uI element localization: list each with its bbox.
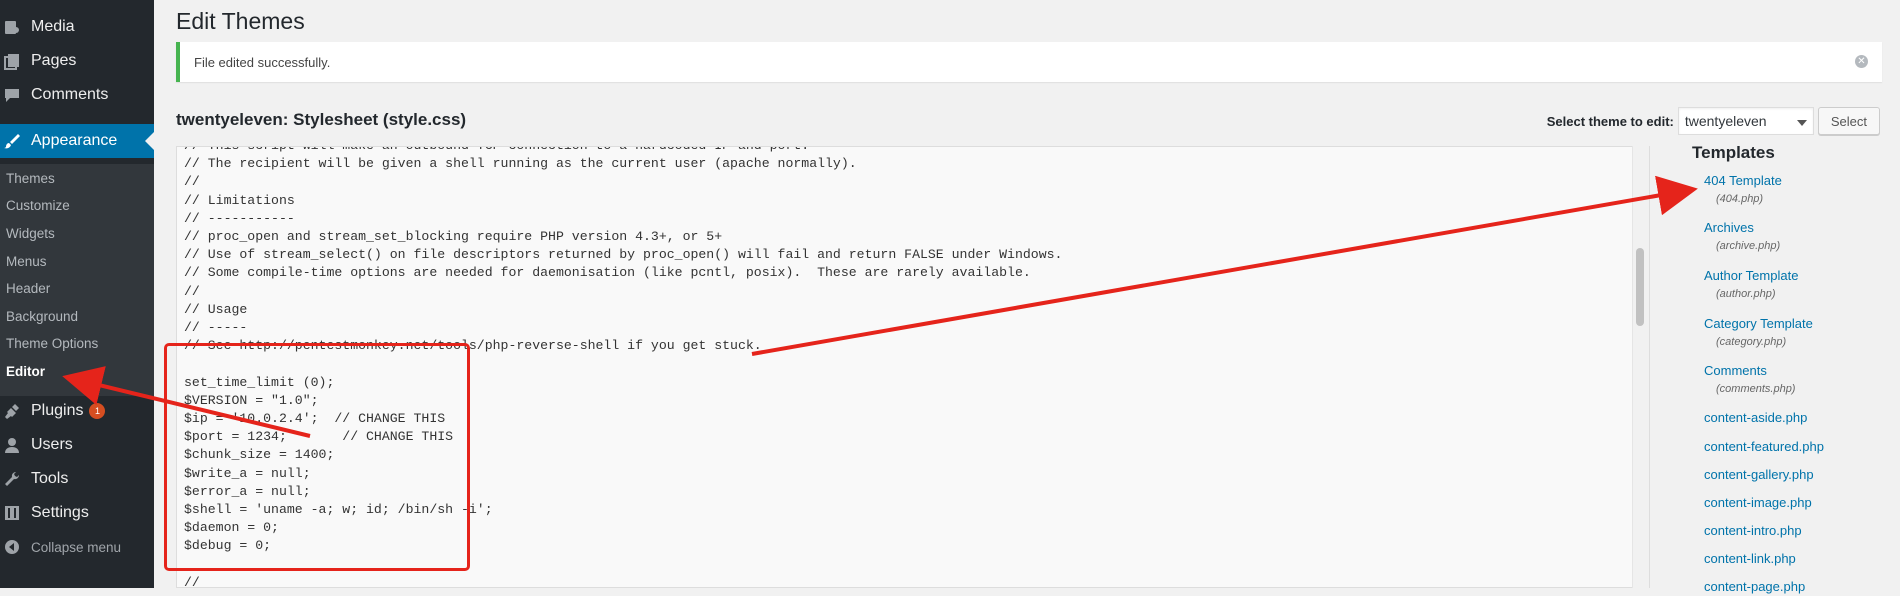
template-item: Author Template (author.php): [1704, 267, 1798, 300]
menu-media[interactable]: Media: [0, 10, 154, 44]
menu-appearance[interactable]: Appearance: [0, 124, 154, 158]
users-icon: [2, 435, 22, 455]
submenu-customize[interactable]: Customize: [6, 198, 70, 213]
theme-select-value: twentyeleven: [1684, 113, 1767, 129]
template-item: content-aside.php: [1704, 409, 1807, 427]
menu-settings-label: Settings: [31, 504, 89, 521]
template-link[interactable]: content-intro.php: [1704, 523, 1802, 538]
menu-pages-label: Pages: [31, 52, 77, 69]
menu-settings[interactable]: Settings: [0, 496, 154, 530]
template-link[interactable]: Category Template: [1704, 316, 1813, 331]
plugins-icon: [2, 401, 22, 421]
submenu-menus[interactable]: Menus: [6, 254, 47, 269]
menu-users[interactable]: Users: [0, 428, 154, 462]
code-editor[interactable]: // This script will make an outbound TCP…: [176, 146, 1650, 588]
select-button[interactable]: Select: [1817, 107, 1880, 135]
menu-comments-label: Comments: [31, 86, 109, 103]
template-link[interactable]: 404 Template: [1704, 173, 1782, 188]
chevron-down-icon: [1796, 113, 1807, 129]
appearance-submenu: Themes Customize Widgets Menus Header Ba…: [0, 164, 154, 396]
menu-appearance-label: Appearance: [31, 132, 118, 149]
collapse-menu-label: Collapse menu: [31, 539, 122, 555]
templates-heading: Templates: [1692, 143, 1775, 162]
template-link[interactable]: Author Template: [1704, 268, 1798, 283]
menu-pages[interactable]: Pages: [0, 44, 154, 78]
admin-sidebar: Media Pages Comments Appearance Themes C…: [0, 0, 154, 588]
template-link[interactable]: content-link.php: [1704, 551, 1796, 566]
template-item: content-link.php: [1704, 550, 1796, 568]
template-link[interactable]: Archives: [1704, 220, 1754, 235]
success-notice: File edited successfully. ✕: [176, 42, 1882, 82]
template-link[interactable]: content-gallery.php: [1704, 467, 1814, 482]
plugins-update-badge: 1: [89, 403, 106, 419]
template-filename: (404.php): [1716, 193, 1764, 205]
template-link[interactable]: content-image.php: [1704, 495, 1812, 510]
template-filename: (category.php): [1716, 336, 1787, 348]
template-filename: (archive.php): [1716, 240, 1781, 252]
menu-tools-label: Tools: [31, 470, 69, 487]
template-item: content-featured.php: [1704, 438, 1824, 456]
theme-select-label: Select theme to edit:: [1546, 113, 1674, 129]
code-text[interactable]: // This script will make an outbound TCP…: [184, 147, 1062, 587]
template-item: Category Template (category.php): [1704, 315, 1813, 348]
theme-selector: Select theme to edit: twentyeleven Selec…: [1547, 107, 1880, 135]
submenu-editor[interactable]: Editor: [6, 364, 45, 379]
template-filename: (author.php): [1716, 288, 1776, 300]
editor-scrollbar[interactable]: [1632, 146, 1649, 588]
menu-tools[interactable]: Tools: [0, 462, 154, 496]
template-item: Archives (archive.php): [1704, 219, 1780, 252]
menu-comments[interactable]: Comments: [0, 78, 154, 112]
notice-text: File edited successfully.: [194, 54, 331, 70]
template-filename: (comments.php): [1716, 383, 1796, 395]
tools-icon: [2, 469, 22, 489]
menu-media-label: Media: [31, 18, 75, 35]
comments-icon: [2, 85, 22, 105]
template-link[interactable]: content-aside.php: [1704, 410, 1807, 425]
dismiss-icon[interactable]: ✕: [1855, 55, 1868, 68]
template-item: content-gallery.php: [1704, 466, 1814, 484]
page-title: Edit Themes: [176, 8, 305, 34]
media-icon: [2, 17, 22, 37]
template-link[interactable]: content-page.php: [1704, 579, 1805, 594]
template-item: content-image.php: [1704, 494, 1812, 512]
collapse-menu-button[interactable]: Collapse menu: [0, 530, 154, 564]
appearance-icon: [2, 131, 22, 151]
template-link[interactable]: Comments: [1704, 363, 1767, 378]
file-heading: twentyeleven: Stylesheet (style.css): [176, 110, 467, 129]
template-item: Comments (comments.php): [1704, 362, 1795, 395]
collapse-icon: [2, 537, 22, 557]
pages-icon: [2, 51, 22, 71]
template-item: 404 Template (404.php): [1704, 172, 1782, 205]
submenu-header[interactable]: Header: [6, 281, 50, 296]
template-item: content-page.php: [1704, 578, 1805, 596]
editor-scroll-thumb[interactable]: [1636, 248, 1644, 326]
menu-users-label: Users: [31, 436, 73, 453]
menu-plugins[interactable]: Plugins 1: [0, 394, 154, 428]
submenu-widgets[interactable]: Widgets: [6, 226, 55, 241]
template-item: content-intro.php: [1704, 522, 1802, 540]
menu-plugins-label: Plugins: [31, 402, 84, 419]
submenu-themes[interactable]: Themes: [6, 171, 55, 186]
theme-select-dropdown[interactable]: twentyeleven: [1677, 107, 1814, 135]
submenu-background[interactable]: Background: [6, 309, 78, 324]
submenu-theme-options[interactable]: Theme Options: [6, 336, 98, 351]
settings-icon: [2, 503, 22, 523]
template-link[interactable]: content-featured.php: [1704, 439, 1824, 454]
